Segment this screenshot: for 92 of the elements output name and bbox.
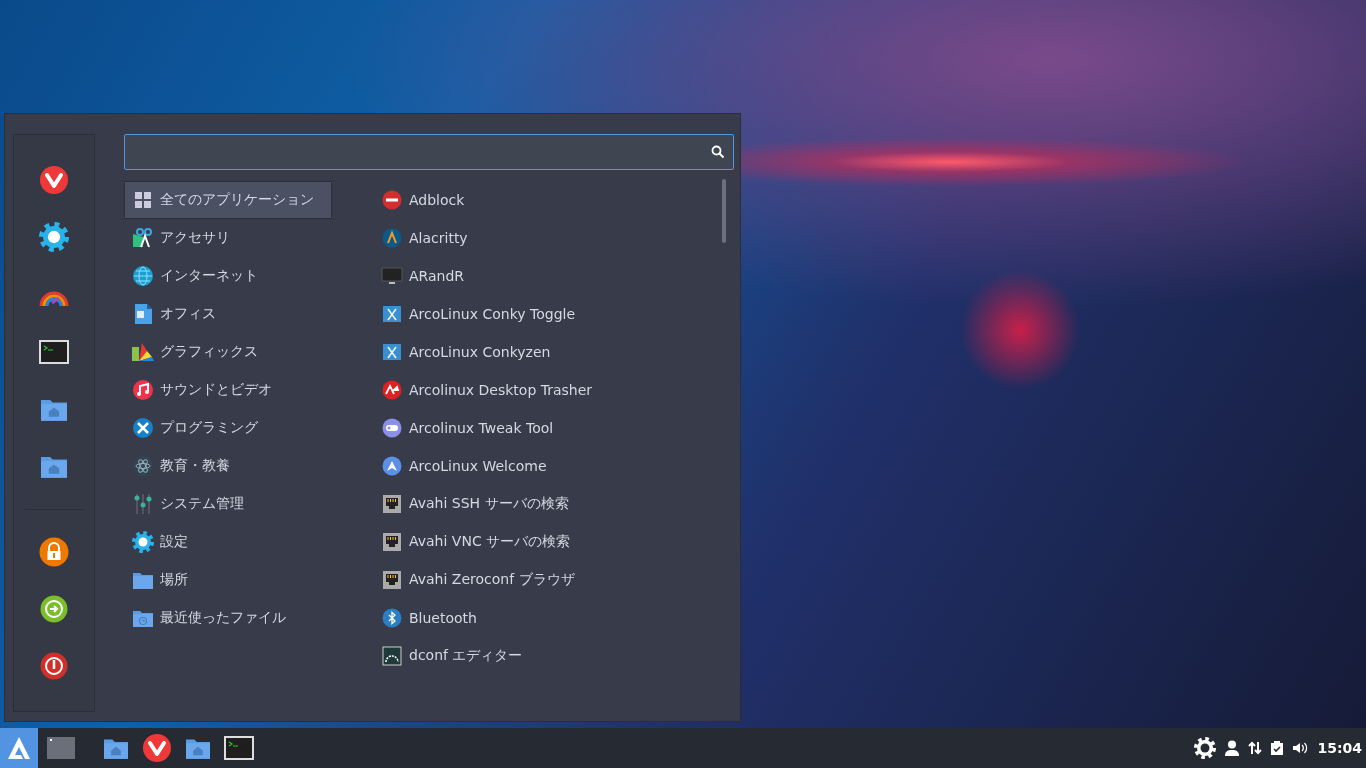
app-item[interactable]: Avahi SSH サーバの検索 (377, 485, 707, 523)
app-item[interactable]: Arcolinux Tweak Tool (377, 409, 707, 447)
folder-clock-icon (132, 608, 154, 628)
app-label: Bluetooth (409, 610, 477, 626)
update-icon[interactable] (1194, 737, 1217, 759)
gamepad-icon (382, 418, 402, 438)
category-item[interactable]: プログラミング (124, 409, 332, 447)
x-window-icon (382, 305, 402, 323)
category-item[interactable]: オフィス (124, 295, 332, 333)
network-port-icon (382, 570, 402, 590)
category-label: 場所 (160, 571, 188, 589)
clock[interactable]: 15:04 (1317, 740, 1362, 756)
app-label: ArcoLinux Conkyzen (409, 344, 551, 360)
network-port-icon (382, 494, 402, 514)
logout-icon[interactable] (40, 594, 68, 623)
network-arrows-icon[interactable] (1248, 741, 1263, 755)
app-label: ARandR (409, 268, 465, 284)
app-label: Avahi SSH サーバの検索 (409, 495, 569, 513)
app-item[interactable]: ArcoLinux Conky Toggle (377, 295, 707, 333)
category-item[interactable]: サウンドとビデオ (124, 371, 332, 409)
atom-icon (132, 455, 154, 477)
category-label: 設定 (160, 533, 188, 551)
search-icon (711, 145, 725, 159)
document-icon (133, 303, 153, 325)
lock-icon[interactable] (39, 536, 69, 567)
category-label: 教育・教養 (160, 457, 230, 475)
category-label: 全てのアプリケーション (160, 191, 314, 209)
a-logo-icon (6, 735, 32, 761)
app-item[interactable]: Avahi VNC サーバの検索 (377, 523, 707, 561)
category-item[interactable]: 最近使ったファイル (124, 599, 332, 637)
app-label: Avahi Zeroconf ブラウザ (409, 571, 575, 589)
app-item[interactable]: Avahi Zeroconf ブラウザ (377, 561, 707, 599)
category-item[interactable]: システム管理 (124, 485, 332, 523)
app-label: ArcoLinux Welcome (409, 458, 547, 474)
clipboard-check-icon[interactable] (1271, 741, 1284, 755)
grid-icon (134, 191, 152, 209)
trash-logo-icon (382, 380, 402, 400)
app-item[interactable]: Alacritty (377, 219, 707, 257)
chevron-logo-icon (382, 228, 402, 248)
category-item[interactable]: グラフィックス (124, 333, 332, 371)
app-item[interactable]: dconf エディター (377, 637, 707, 675)
app-item[interactable]: ARandR (377, 257, 707, 295)
no-entry-icon (382, 190, 402, 210)
start-button[interactable] (0, 728, 38, 768)
scissors-icon (132, 228, 154, 248)
category-label: インターネット (160, 267, 258, 285)
app-item[interactable]: ArcoLinux Welcome (377, 447, 707, 485)
scrollbar-thumb[interactable] (722, 179, 726, 243)
category-item[interactable]: 全てのアプリケーション (124, 181, 332, 219)
app-label: Alacritty (409, 230, 468, 246)
category-item[interactable]: インターネット (124, 257, 332, 295)
search-field[interactable] (124, 134, 734, 170)
terminal-icon[interactable] (39, 339, 69, 364)
globe-icon (132, 265, 154, 287)
category-item[interactable]: 設定 (124, 523, 332, 561)
bluetooth-icon (382, 608, 402, 628)
category-label: オフィス (160, 305, 216, 323)
category-label: グラフィックス (160, 343, 258, 361)
network-port-icon (382, 532, 402, 552)
app-item[interactable]: ArcoLinux Conkyzen (377, 333, 707, 371)
app-item[interactable]: Bluetooth (377, 599, 707, 637)
app-label: dconf エディター (409, 647, 523, 665)
app-item[interactable]: Arcolinux Desktop Trasher (377, 371, 707, 409)
arrow-logo-icon (382, 456, 402, 476)
category-label: プログラミング (160, 419, 258, 437)
app-label: Arcolinux Tweak Tool (409, 420, 554, 436)
category-label: 最近使ったファイル (160, 609, 286, 627)
vivaldi-icon[interactable] (39, 164, 69, 195)
category-label: システム管理 (160, 495, 244, 513)
gear-icon (132, 531, 154, 553)
app-label: Avahi VNC サーバの検索 (409, 533, 571, 551)
x-window-icon (382, 343, 402, 361)
graphics-icon (131, 342, 155, 362)
app-label: Arcolinux Desktop Trasher (409, 382, 593, 398)
category-item[interactable]: 場所 (124, 561, 332, 599)
monitor-icon (381, 266, 403, 286)
category-label: サウンドとビデオ (160, 381, 272, 399)
app-label: ArcoLinux Conky Toggle (409, 306, 576, 322)
gauge-icon (382, 646, 402, 666)
wrench-icon (132, 417, 154, 439)
gear-icon[interactable] (39, 222, 69, 252)
power-icon[interactable] (40, 652, 68, 681)
music-note-icon (132, 379, 154, 401)
volume-icon[interactable] (1292, 741, 1309, 755)
sliders-icon (134, 493, 152, 515)
user-icon[interactable] (1225, 740, 1240, 756)
category-label: アクセサリ (160, 229, 230, 247)
app-label: Adblock (409, 192, 465, 208)
category-item[interactable]: アクセサリ (124, 219, 332, 257)
category-item[interactable]: 教育・教養 (124, 447, 332, 485)
app-item[interactable]: Adblock (377, 181, 707, 219)
folder-icon (132, 570, 154, 590)
